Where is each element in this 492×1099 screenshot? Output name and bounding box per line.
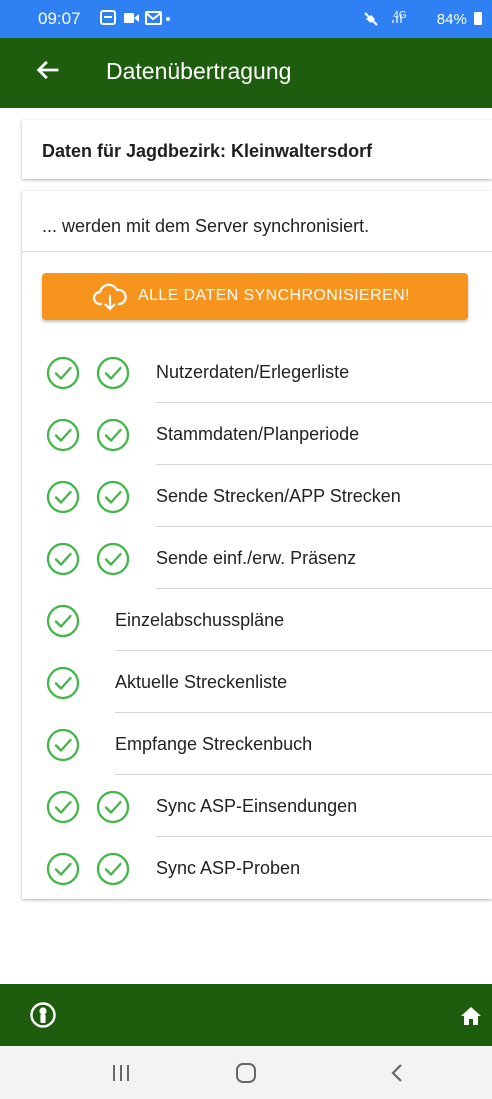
sync-all-label: ALLE DATEN SYNCHRONISIEREN!: [138, 287, 410, 304]
sync-item: Sende Strecken/APP Strecken: [22, 465, 492, 527]
check-circle-icon: [46, 480, 80, 514]
check-circle-icon: [96, 418, 130, 452]
battery-icon: [474, 12, 482, 25]
sync-item: Empfange Streckenbuch: [22, 713, 492, 775]
sync-item: Einzelabschusspläne: [22, 589, 492, 651]
check-circle-icon: [46, 356, 80, 390]
back-button-icon[interactable]: [385, 1060, 411, 1086]
check-circle-icon: [46, 418, 80, 452]
sync-subtitle: ... werden mit dem Server synchronisiert…: [42, 216, 370, 236]
recent-apps-icon[interactable]: [108, 1060, 134, 1086]
arrow-back-icon[interactable]: [34, 56, 62, 84]
sync-item-label: Sync ASP-Einsendungen: [156, 796, 358, 816]
sync-item: Sende einf./erw. Präsenz: [22, 527, 492, 589]
check-circle-icon: [46, 790, 80, 824]
divider: [22, 251, 492, 252]
sync-item-label: Stammdaten/Planperiode: [156, 424, 360, 444]
sync-item: Aktuelle Streckenliste: [22, 651, 492, 713]
battery-percent: 84%: [436, 11, 467, 28]
check-circle-icon: [96, 480, 130, 514]
check-circle-icon: [96, 356, 130, 390]
notification-icons: [100, 9, 170, 31]
check-circle-icon: [96, 852, 130, 886]
hunting-district-title: Daten für Jagdbezirk: Kleinwaltersdorf: [42, 141, 373, 161]
check-circle-icon: [46, 542, 80, 576]
check-circle-icon: [46, 666, 80, 700]
sync-item-label: Nutzerdaten/Erlegerliste: [156, 362, 350, 382]
sync-item: Sync ASP-Proben: [22, 837, 492, 899]
status-bar: 09:07 4G 84%: [0, 0, 492, 38]
sync-item-label: Aktuelle Streckenliste: [115, 672, 288, 692]
check-circle-icon: [46, 728, 80, 762]
sync-item-label: Empfange Streckenbuch: [115, 734, 313, 754]
home-button-icon[interactable]: [233, 1060, 259, 1086]
check-circle-icon: [96, 790, 130, 824]
app-bar: Datenübertragung: [0, 38, 492, 108]
page-title: Datenübertragung: [106, 58, 292, 84]
status-time: 09:07: [38, 9, 81, 28]
check-circle-icon: [96, 542, 130, 576]
system-nav-bar: [0, 1046, 492, 1099]
sync-item: Nutzerdaten/Erlegerliste: [22, 341, 492, 403]
user-icon[interactable]: [30, 1002, 56, 1028]
sync-item-label: Sync ASP-Proben: [156, 858, 301, 878]
sync-item: Stammdaten/Planperiode: [22, 403, 492, 465]
hunting-district-card: Daten für Jagdbezirk: Kleinwaltersdorf: [22, 120, 492, 179]
check-circle-icon: [46, 604, 80, 638]
home-icon[interactable]: [460, 1006, 482, 1026]
check-circle-icon: [46, 852, 80, 886]
cloud-download-icon: [92, 283, 127, 311]
sync-card: ... werden mit dem Server synchronisiert…: [22, 191, 492, 899]
status-right: 4G 84%: [363, 9, 482, 28]
sync-item-label: Sende Strecken/APP Strecken: [156, 486, 401, 506]
sync-item-label: Sende einf./erw. Präsenz: [156, 548, 357, 568]
sync-item: Sync ASP-Einsendungen: [22, 775, 492, 837]
sync-all-button[interactable]: ALLE DATEN SYNCHRONISIEREN!: [42, 273, 468, 320]
bottom-bar: [0, 984, 492, 1046]
sync-item-label: Einzelabschusspläne: [115, 610, 285, 630]
network-label: 4G: [393, 10, 407, 21]
